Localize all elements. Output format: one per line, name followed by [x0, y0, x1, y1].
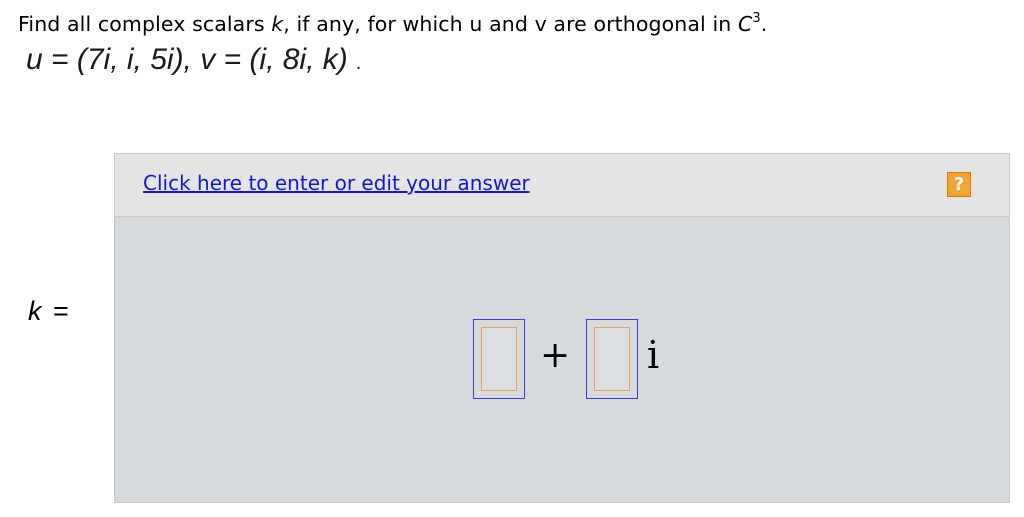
vectors-expression: u = (7i, i, 5i), v = (i, 8i, k): [26, 43, 348, 76]
real-part-inner-box[interactable]: [481, 327, 517, 391]
imaginary-unit: i: [647, 333, 660, 377]
vector-definitions: u = (7i, i, 5i), v = (i, 8i, k).: [26, 43, 361, 77]
answer-variable-label: k =: [28, 296, 69, 327]
var-k: k: [271, 12, 284, 36]
question-prefix: Find all complex scalars k, if any, for …: [18, 12, 753, 36]
space-superscript: 3: [752, 11, 761, 26]
vectors-trailing-dot: .: [355, 52, 362, 74]
answer-equals: =: [53, 296, 69, 326]
help-icon[interactable]: ?: [947, 172, 971, 197]
question-end: .: [760, 12, 768, 36]
answer-panel-header: Click here to enter or edit your answer …: [115, 154, 1009, 217]
question-text: Find all complex scalars k, if any, for …: [18, 11, 767, 36]
imag-part-inner-box[interactable]: [594, 327, 630, 391]
edit-answer-link[interactable]: Click here to enter or edit your answer: [143, 171, 530, 195]
real-part-input[interactable]: [473, 319, 525, 399]
plus-operator: +: [540, 335, 571, 376]
answer-var: k: [28, 296, 42, 326]
answer-panel: Click here to enter or edit your answer …: [114, 153, 1010, 503]
imag-part-input[interactable]: [586, 319, 638, 399]
